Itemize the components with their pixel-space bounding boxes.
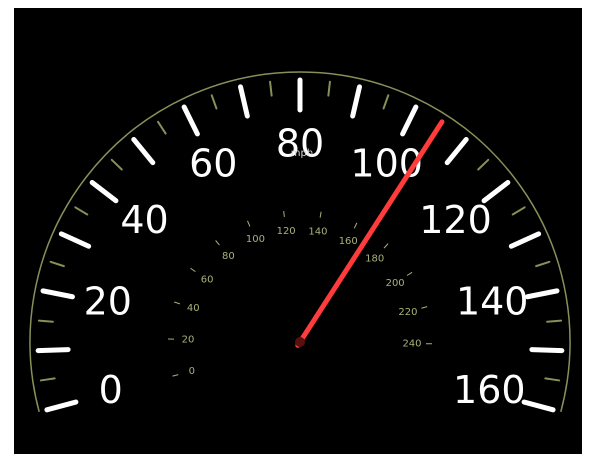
kmh-tick <box>247 220 251 227</box>
kmh-scale-label: 140 <box>308 226 327 237</box>
kmh-scale-label: 40 <box>187 303 200 314</box>
kmh-scale-label: 80 <box>222 251 235 262</box>
major-tick <box>529 347 565 354</box>
minor-tick <box>110 158 123 171</box>
minor-tick <box>544 377 561 382</box>
kmh-scale-label: 60 <box>201 274 214 285</box>
mph-scale-label: 20 <box>84 279 132 323</box>
major-tick <box>89 180 119 204</box>
minor-tick <box>49 260 65 268</box>
kmh-scale-label: 20 <box>182 334 195 345</box>
major-tick <box>58 231 92 249</box>
mph-scale-labels: 0 20 40 60 80 100 120 140 160 <box>84 122 529 413</box>
kmh-scale-label: 200 <box>386 278 405 289</box>
major-tick <box>521 399 556 413</box>
mph-scale-label: 140 <box>456 279 529 323</box>
minor-tick <box>269 80 273 97</box>
minor-tick <box>477 158 490 171</box>
major-tick <box>131 136 156 166</box>
kmh-scale-label: 100 <box>246 234 265 245</box>
kmh-tick <box>283 210 285 218</box>
mph-scale-label: 0 <box>99 368 123 412</box>
kmh-tick <box>406 271 413 276</box>
speedometer-dial: 0 20 40 60 80 100 120 140 160 0 20 40 60 80 100 120 140… <box>29 71 571 413</box>
minor-tick <box>382 94 390 110</box>
mph-scale-label: 160 <box>453 368 526 412</box>
unit-label: mph <box>291 148 313 159</box>
minor-tick <box>210 94 218 110</box>
kmh-tick <box>421 306 428 309</box>
kmh-scale-label: 220 <box>398 307 417 318</box>
kmh-scale-label: 0 <box>189 366 195 377</box>
major-tick <box>44 399 79 413</box>
kmh-tick <box>383 243 389 249</box>
major-tick <box>35 347 71 354</box>
minor-tick <box>546 319 563 323</box>
minor-tick <box>37 319 54 323</box>
major-tick <box>525 288 560 300</box>
needle-hub <box>295 337 305 347</box>
minor-tick <box>74 206 89 216</box>
kmh-scale-label: 120 <box>277 226 296 237</box>
mph-scale-label: 40 <box>120 198 168 242</box>
major-tick <box>350 84 362 119</box>
speedometer-gauge: 0 20 40 60 80 100 120 140 160 0 20 40 60 80 100 120 140… <box>14 8 582 454</box>
kmh-scale-label: 160 <box>339 236 358 247</box>
kmh-tick <box>190 267 196 273</box>
minor-tick <box>511 206 526 216</box>
minor-tick <box>535 260 551 268</box>
major-tick <box>400 104 419 137</box>
major-tick <box>444 136 469 166</box>
major-tick <box>508 231 542 249</box>
major-tick <box>238 84 250 119</box>
kmh-tick <box>319 211 322 218</box>
minor-tick <box>327 80 331 97</box>
major-tick <box>40 288 75 300</box>
kmh-tick <box>172 374 179 377</box>
mph-scale-label: 60 <box>189 142 237 186</box>
kmh-tick <box>353 222 358 229</box>
major-tick <box>181 104 200 137</box>
kmh-scale-label: 180 <box>365 254 384 265</box>
kmh-scale-label: 240 <box>402 339 421 350</box>
kmh-tick <box>215 240 220 246</box>
kmh-scale-labels: 0 20 40 60 80 100 120 140 160 180 200 220 240 <box>168 210 432 377</box>
minor-tick <box>39 377 56 382</box>
mph-scale-label: 120 <box>419 198 492 242</box>
kmh-tick <box>174 301 181 305</box>
minor-tick <box>157 120 167 135</box>
